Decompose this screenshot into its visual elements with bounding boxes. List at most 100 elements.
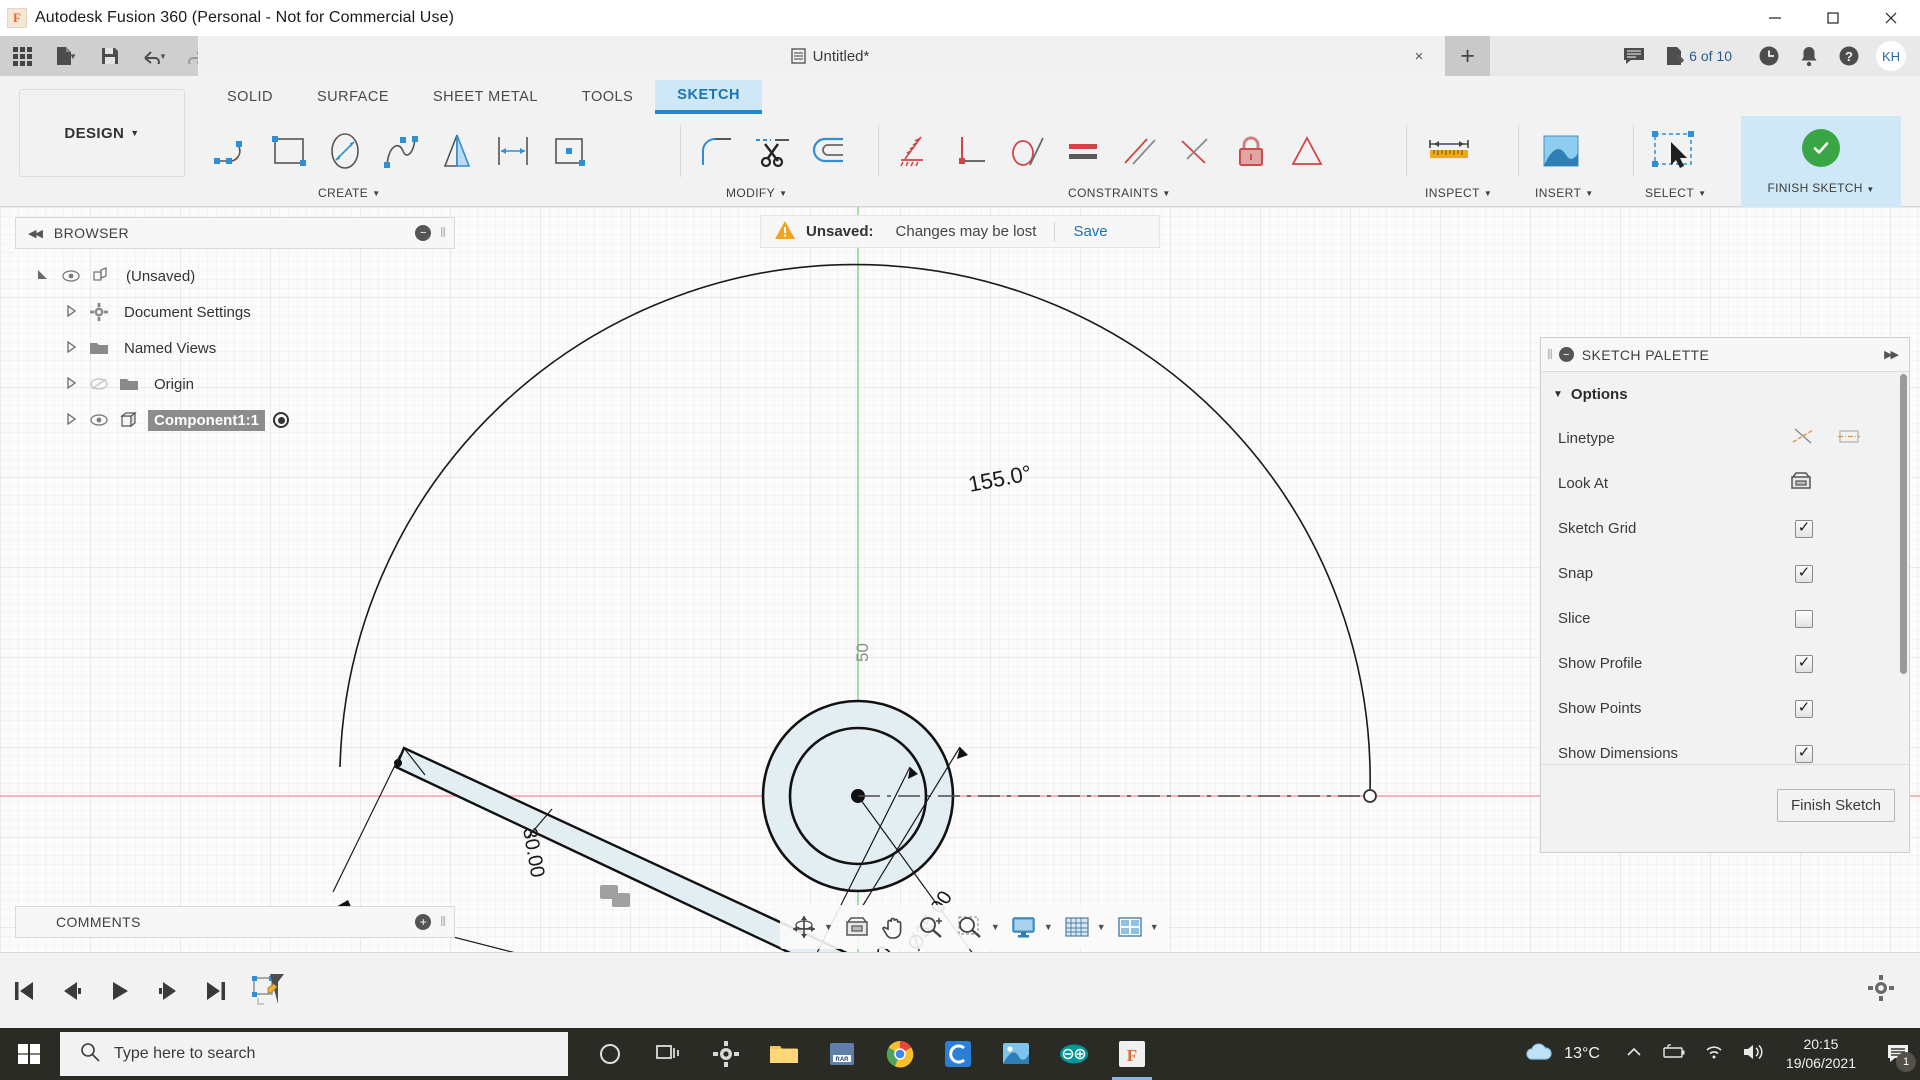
palette-scrollbar[interactable] [1900, 374, 1907, 674]
display-settings-icon[interactable] [839, 907, 875, 947]
arduino-icon[interactable] [1048, 1028, 1100, 1080]
fillet-icon[interactable] [689, 120, 745, 182]
tree-node-component1[interactable]: Component1:1 [30, 402, 450, 438]
tree-node-named-views[interactable]: Named Views [30, 330, 450, 366]
slice-checkbox[interactable] [1795, 610, 1813, 628]
step-forward-icon[interactable] [144, 961, 192, 1021]
chrome-icon[interactable] [874, 1028, 926, 1080]
photos-icon[interactable] [990, 1028, 1042, 1080]
spline-icon[interactable] [373, 120, 429, 182]
play-icon[interactable] [96, 961, 144, 1021]
minus-circle-icon[interactable]: − [415, 225, 431, 241]
line-icon[interactable] [205, 120, 261, 182]
sketch-grid-checkbox[interactable] [1795, 520, 1813, 538]
ribbon-group-label-insert[interactable]: INSERT ▼ [1535, 186, 1594, 200]
insert-image-icon[interactable] [1527, 120, 1595, 182]
collapse-left-icon[interactable]: ◀◀ [28, 227, 41, 240]
activate-component-radio[interactable] [273, 412, 289, 428]
expand-right-icon[interactable]: ▶▶ [1884, 348, 1897, 361]
search-input[interactable]: Type here to search [60, 1032, 568, 1076]
display-settings-monitor-icon[interactable] [1006, 907, 1042, 947]
tree-node-unsaved[interactable]: (Unsaved) [30, 258, 450, 294]
ribbon-group-label-constraints[interactable]: CONSTRAINTS ▼ [1068, 186, 1171, 200]
file-explorer-icon[interactable] [758, 1028, 810, 1080]
tab-surface[interactable]: SURFACE [295, 80, 411, 114]
ribbon-group-label-create[interactable]: CREATE ▼ [318, 186, 381, 200]
plus-circle-icon[interactable]: + [415, 914, 431, 930]
tab-tools[interactable]: TOOLS [560, 80, 655, 114]
mirror-icon[interactable] [429, 120, 485, 182]
construction-line-icon[interactable] [1791, 426, 1815, 451]
eye-hidden-icon[interactable] [84, 378, 114, 390]
volume-icon[interactable] [1742, 1043, 1764, 1066]
new-file-icon[interactable]: ▼ [44, 36, 88, 76]
chevron-down-icon[interactable]: ▼ [824, 922, 837, 932]
bell-icon[interactable] [1790, 36, 1828, 76]
undo-icon[interactable]: ▼ [132, 36, 176, 76]
ribbon-group-label-modify[interactable]: MODIFY ▼ [726, 186, 787, 200]
tab-sketch[interactable]: SKETCH [655, 80, 762, 114]
chevron-up-icon[interactable] [1626, 1045, 1642, 1063]
tree-node-origin[interactable]: Origin [30, 366, 450, 402]
twisty-collapsed-icon[interactable] [58, 340, 84, 357]
timeline-settings-gear-icon[interactable] [1868, 975, 1894, 1006]
minimize-icon[interactable] [1746, 0, 1804, 36]
sketch-feature-icon[interactable] [240, 961, 300, 1021]
point-icon[interactable] [541, 120, 597, 182]
twisty-collapsed-icon[interactable] [58, 376, 84, 393]
rectangular-pattern-icon[interactable] [485, 120, 541, 182]
finish-sketch-palette-button[interactable]: Finish Sketch [1777, 789, 1895, 822]
settings-gear-icon[interactable] [700, 1028, 752, 1080]
save-link[interactable]: Save [1073, 223, 1107, 240]
chevron-down-icon[interactable]: ▼ [991, 922, 1004, 932]
chevron-down-icon[interactable]: ▼ [1097, 922, 1110, 932]
select-cursor-icon[interactable] [1642, 120, 1710, 182]
winrar-icon[interactable]: RAR [816, 1028, 868, 1080]
zoom-window-icon[interactable] [951, 907, 989, 947]
chevron-down-icon[interactable]: ▼ [1150, 922, 1163, 932]
parallel-icon[interactable] [1111, 120, 1167, 182]
zoom-icon[interactable] [913, 907, 949, 947]
tangent-icon[interactable] [999, 120, 1055, 182]
battery-icon[interactable] [1660, 1044, 1686, 1065]
document-tab-close-icon[interactable]: × [1408, 45, 1430, 67]
cortana-icon[interactable] [584, 1028, 636, 1080]
new-tab-button[interactable]: + [1445, 36, 1490, 76]
wifi-icon[interactable] [1704, 1044, 1724, 1065]
drag-grip-icon[interactable]: ⦀ [440, 225, 446, 241]
weather-widget[interactable]: 13°C [1524, 1041, 1600, 1068]
workspace-switcher-design[interactable]: DESIGN ▼ [19, 89, 185, 177]
document-limit-indicator[interactable]: 6 of 10 [1655, 36, 1748, 76]
offset-icon[interactable] [801, 120, 857, 182]
viewports-icon[interactable] [1112, 907, 1148, 947]
task-view-icon[interactable] [642, 1028, 694, 1080]
symmetry-icon[interactable] [1167, 120, 1223, 182]
avatar[interactable]: KH [1876, 41, 1906, 71]
show-dimensions-checkbox[interactable] [1795, 745, 1813, 763]
drag-grip-icon[interactable]: ⦀ [1547, 347, 1553, 363]
eye-visible-icon[interactable] [84, 414, 114, 426]
twisty-collapsed-icon[interactable] [58, 304, 84, 321]
tree-node-document-settings[interactable]: Document Settings [30, 294, 450, 330]
drag-grip-icon[interactable]: ⦀ [440, 914, 446, 930]
ellipse-icon[interactable] [317, 120, 373, 182]
perpendicular-icon[interactable] [943, 120, 999, 182]
fusion360-icon[interactable]: F [1106, 1028, 1158, 1080]
equal-icon[interactable] [1055, 120, 1111, 182]
ribbon-group-label-select[interactable]: SELECT ▼ [1645, 186, 1706, 200]
show-points-checkbox[interactable] [1795, 700, 1813, 718]
save-icon[interactable] [88, 36, 132, 76]
close-icon[interactable] [1862, 0, 1920, 36]
finish-sketch-button[interactable]: FINISH SKETCH ▼ [1741, 116, 1901, 207]
fix-lock-icon[interactable] [1223, 120, 1279, 182]
notification-icon[interactable]: 1 [1876, 1028, 1920, 1080]
show-profile-checkbox[interactable] [1795, 655, 1813, 673]
palette-section-options[interactable]: ▼ Options [1541, 372, 1909, 416]
comment-icon[interactable] [1613, 36, 1655, 76]
twisty-collapsed-icon[interactable] [58, 412, 84, 429]
clock-widget[interactable]: 20:15 19/06/2021 [1786, 1035, 1856, 1073]
tab-sheet-metal[interactable]: SHEET METAL [411, 80, 560, 114]
grid-settings-icon[interactable] [1059, 907, 1095, 947]
clock-icon[interactable] [1748, 36, 1790, 76]
maximize-icon[interactable] [1804, 0, 1862, 36]
